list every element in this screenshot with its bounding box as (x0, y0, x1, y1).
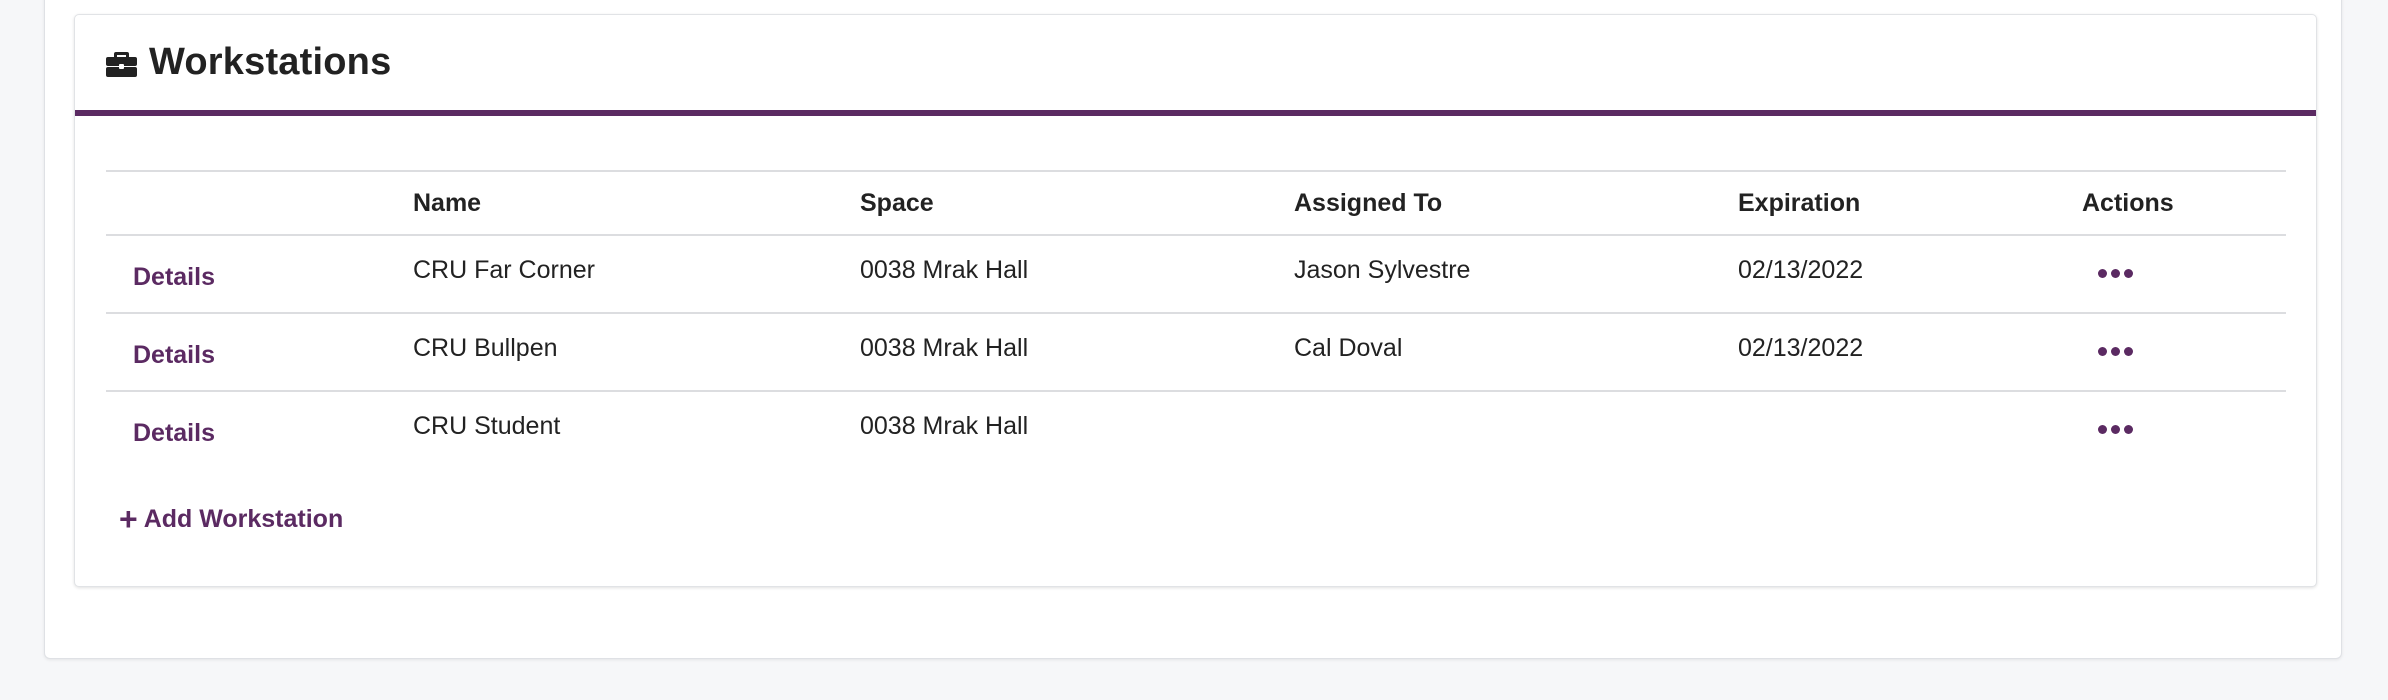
cell-space: 0038 Mrak Hall (860, 235, 1294, 314)
panel-header: Workstations (75, 15, 2316, 116)
add-workstation-label: Add Workstation (143, 504, 344, 533)
table-row: Details CRU Bullpen 0038 Mrak Hall Cal D… (106, 313, 2286, 392)
briefcase-icon (105, 48, 138, 78)
outer-card: Workstations Name Space Assigned To Expi… (44, 0, 2342, 659)
panel-title: Workstations (149, 41, 392, 83)
cell-assigned-to (1294, 391, 1738, 469)
table-row: Details CRU Student 0038 Mrak Hall (106, 391, 2286, 469)
cell-assigned-to: Jason Sylvestre (1294, 235, 1738, 314)
cell-expiration: 02/13/2022 (1738, 235, 2082, 314)
cell-expiration (1738, 391, 2082, 469)
details-link[interactable]: Details (133, 263, 215, 292)
header-assigned-to[interactable]: Assigned To (1294, 170, 1738, 236)
workstations-table: Name Space Assigned To Expiration Action… (106, 170, 2286, 469)
cell-assigned-to: Cal Doval (1294, 313, 1738, 392)
header-space[interactable]: Space (860, 170, 1294, 236)
header-details (106, 170, 413, 236)
header-actions: Actions (2082, 170, 2286, 236)
details-link[interactable]: Details (133, 341, 215, 370)
cell-space: 0038 Mrak Hall (860, 313, 1294, 392)
cell-expiration: 02/13/2022 (1738, 313, 2082, 392)
more-icon[interactable] (2098, 269, 2133, 278)
cell-name: CRU Far Corner (413, 235, 860, 314)
workstations-panel: Workstations Name Space Assigned To Expi… (74, 14, 2317, 587)
more-icon[interactable] (2098, 347, 2133, 356)
cell-space: 0038 Mrak Hall (860, 412, 1029, 440)
add-workstation-button[interactable]: + Add Workstation (119, 503, 343, 535)
table-header-row: Name Space Assigned To Expiration Action… (106, 170, 2286, 236)
plus-icon: + (119, 501, 138, 537)
cell-name: CRU Bullpen (413, 313, 860, 392)
details-link[interactable]: Details (133, 419, 215, 448)
header-name[interactable]: Name (413, 170, 860, 236)
cell-name: CRU Student (413, 412, 561, 440)
table-row: Details CRU Far Corner 0038 Mrak Hall Ja… (106, 235, 2286, 314)
more-icon[interactable] (2098, 425, 2133, 434)
header-expiration[interactable]: Expiration (1738, 170, 2082, 236)
